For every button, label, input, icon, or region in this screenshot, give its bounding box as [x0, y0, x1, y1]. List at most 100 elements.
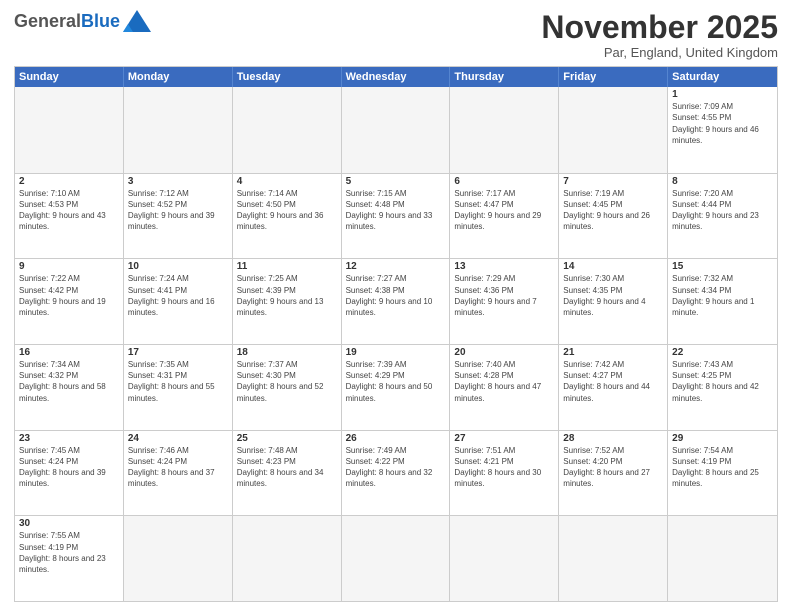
calendar-cell: 24Sunrise: 7:46 AMSunset: 4:24 PMDayligh… — [124, 431, 233, 516]
calendar-cell: 19Sunrise: 7:39 AMSunset: 4:29 PMDayligh… — [342, 345, 451, 430]
calendar-cell: 10Sunrise: 7:24 AMSunset: 4:41 PMDayligh… — [124, 259, 233, 344]
calendar-cell: 18Sunrise: 7:37 AMSunset: 4:30 PMDayligh… — [233, 345, 342, 430]
calendar-week-3: 16Sunrise: 7:34 AMSunset: 4:32 PMDayligh… — [15, 344, 777, 430]
day-number: 6 — [454, 176, 554, 187]
day-number: 7 — [563, 176, 663, 187]
header: General Blue November 2025 Par, England,… — [14, 10, 778, 60]
day-info: Sunrise: 7:35 AMSunset: 4:31 PMDaylight:… — [128, 359, 228, 404]
calendar-cell: 8Sunrise: 7:20 AMSunset: 4:44 PMDaylight… — [668, 174, 777, 259]
calendar-cell — [342, 87, 451, 173]
day-number: 1 — [672, 89, 773, 100]
day-info: Sunrise: 7:49 AMSunset: 4:22 PMDaylight:… — [346, 445, 446, 490]
day-info: Sunrise: 7:39 AMSunset: 4:29 PMDaylight:… — [346, 359, 446, 404]
day-info: Sunrise: 7:37 AMSunset: 4:30 PMDaylight:… — [237, 359, 337, 404]
calendar-cell: 30Sunrise: 7:55 AMSunset: 4:19 PMDayligh… — [15, 516, 124, 601]
calendar-cell — [559, 87, 668, 173]
page: General Blue November 2025 Par, England,… — [0, 0, 792, 612]
calendar-cell: 27Sunrise: 7:51 AMSunset: 4:21 PMDayligh… — [450, 431, 559, 516]
day-number: 13 — [454, 261, 554, 272]
calendar-cell: 5Sunrise: 7:15 AMSunset: 4:48 PMDaylight… — [342, 174, 451, 259]
day-info: Sunrise: 7:48 AMSunset: 4:23 PMDaylight:… — [237, 445, 337, 490]
day-info: Sunrise: 7:46 AMSunset: 4:24 PMDaylight:… — [128, 445, 228, 490]
day-number: 20 — [454, 347, 554, 358]
day-info: Sunrise: 7:25 AMSunset: 4:39 PMDaylight:… — [237, 273, 337, 318]
calendar-week-2: 9Sunrise: 7:22 AMSunset: 4:42 PMDaylight… — [15, 258, 777, 344]
day-number: 2 — [19, 176, 119, 187]
day-info: Sunrise: 7:55 AMSunset: 4:19 PMDaylight:… — [19, 530, 119, 575]
logo-icon — [123, 10, 151, 32]
day-info: Sunrise: 7:24 AMSunset: 4:41 PMDaylight:… — [128, 273, 228, 318]
day-number: 9 — [19, 261, 119, 272]
day-info: Sunrise: 7:34 AMSunset: 4:32 PMDaylight:… — [19, 359, 119, 404]
calendar-cell — [450, 516, 559, 601]
day-info: Sunrise: 7:14 AMSunset: 4:50 PMDaylight:… — [237, 188, 337, 233]
day-number: 26 — [346, 433, 446, 444]
calendar-cell: 25Sunrise: 7:48 AMSunset: 4:23 PMDayligh… — [233, 431, 342, 516]
calendar-cell: 21Sunrise: 7:42 AMSunset: 4:27 PMDayligh… — [559, 345, 668, 430]
day-info: Sunrise: 7:42 AMSunset: 4:27 PMDaylight:… — [563, 359, 663, 404]
day-number: 27 — [454, 433, 554, 444]
day-number: 3 — [128, 176, 228, 187]
day-number: 22 — [672, 347, 773, 358]
subtitle: Par, England, United Kingdom — [541, 45, 778, 60]
day-info: Sunrise: 7:51 AMSunset: 4:21 PMDaylight:… — [454, 445, 554, 490]
day-info: Sunrise: 7:32 AMSunset: 4:34 PMDaylight:… — [672, 273, 773, 318]
calendar-cell: 17Sunrise: 7:35 AMSunset: 4:31 PMDayligh… — [124, 345, 233, 430]
calendar-cell: 26Sunrise: 7:49 AMSunset: 4:22 PMDayligh… — [342, 431, 451, 516]
header-day-monday: Monday — [124, 67, 233, 87]
day-info: Sunrise: 7:40 AMSunset: 4:28 PMDaylight:… — [454, 359, 554, 404]
header-day-wednesday: Wednesday — [342, 67, 451, 87]
day-number: 21 — [563, 347, 663, 358]
calendar-cell — [15, 87, 124, 173]
calendar-week-0: 1Sunrise: 7:09 AMSunset: 4:55 PMDaylight… — [15, 87, 777, 173]
calendar-week-4: 23Sunrise: 7:45 AMSunset: 4:24 PMDayligh… — [15, 430, 777, 516]
day-info: Sunrise: 7:45 AMSunset: 4:24 PMDaylight:… — [19, 445, 119, 490]
day-number: 10 — [128, 261, 228, 272]
day-number: 5 — [346, 176, 446, 187]
calendar-cell — [559, 516, 668, 601]
calendar-cell: 22Sunrise: 7:43 AMSunset: 4:25 PMDayligh… — [668, 345, 777, 430]
calendar-cell — [233, 516, 342, 601]
day-number: 12 — [346, 261, 446, 272]
calendar-cell: 16Sunrise: 7:34 AMSunset: 4:32 PMDayligh… — [15, 345, 124, 430]
header-day-friday: Friday — [559, 67, 668, 87]
calendar-cell: 28Sunrise: 7:52 AMSunset: 4:20 PMDayligh… — [559, 431, 668, 516]
day-info: Sunrise: 7:54 AMSunset: 4:19 PMDaylight:… — [672, 445, 773, 490]
day-number: 19 — [346, 347, 446, 358]
calendar-header: SundayMondayTuesdayWednesdayThursdayFrid… — [15, 67, 777, 87]
day-number: 8 — [672, 176, 773, 187]
title-block: November 2025 Par, England, United Kingd… — [541, 10, 778, 60]
header-day-thursday: Thursday — [450, 67, 559, 87]
calendar-cell: 6Sunrise: 7:17 AMSunset: 4:47 PMDaylight… — [450, 174, 559, 259]
day-info: Sunrise: 7:30 AMSunset: 4:35 PMDaylight:… — [563, 273, 663, 318]
day-number: 11 — [237, 261, 337, 272]
logo-blue: Blue — [81, 11, 120, 32]
calendar: SundayMondayTuesdayWednesdayThursdayFrid… — [14, 66, 778, 602]
day-number: 15 — [672, 261, 773, 272]
calendar-week-5: 30Sunrise: 7:55 AMSunset: 4:19 PMDayligh… — [15, 515, 777, 601]
day-info: Sunrise: 7:29 AMSunset: 4:36 PMDaylight:… — [454, 273, 554, 318]
calendar-cell: 23Sunrise: 7:45 AMSunset: 4:24 PMDayligh… — [15, 431, 124, 516]
day-number: 30 — [19, 518, 119, 529]
day-number: 28 — [563, 433, 663, 444]
calendar-cell — [668, 516, 777, 601]
calendar-cell — [124, 516, 233, 601]
day-info: Sunrise: 7:12 AMSunset: 4:52 PMDaylight:… — [128, 188, 228, 233]
day-info: Sunrise: 7:20 AMSunset: 4:44 PMDaylight:… — [672, 188, 773, 233]
calendar-cell: 13Sunrise: 7:29 AMSunset: 4:36 PMDayligh… — [450, 259, 559, 344]
day-number: 4 — [237, 176, 337, 187]
day-number: 18 — [237, 347, 337, 358]
day-info: Sunrise: 7:09 AMSunset: 4:55 PMDaylight:… — [672, 101, 773, 146]
day-number: 29 — [672, 433, 773, 444]
calendar-cell: 1Sunrise: 7:09 AMSunset: 4:55 PMDaylight… — [668, 87, 777, 173]
calendar-cell — [450, 87, 559, 173]
header-day-saturday: Saturday — [668, 67, 777, 87]
day-info: Sunrise: 7:19 AMSunset: 4:45 PMDaylight:… — [563, 188, 663, 233]
day-number: 14 — [563, 261, 663, 272]
day-info: Sunrise: 7:27 AMSunset: 4:38 PMDaylight:… — [346, 273, 446, 318]
day-info: Sunrise: 7:17 AMSunset: 4:47 PMDaylight:… — [454, 188, 554, 233]
day-number: 23 — [19, 433, 119, 444]
calendar-cell: 4Sunrise: 7:14 AMSunset: 4:50 PMDaylight… — [233, 174, 342, 259]
calendar-cell: 9Sunrise: 7:22 AMSunset: 4:42 PMDaylight… — [15, 259, 124, 344]
calendar-cell: 3Sunrise: 7:12 AMSunset: 4:52 PMDaylight… — [124, 174, 233, 259]
